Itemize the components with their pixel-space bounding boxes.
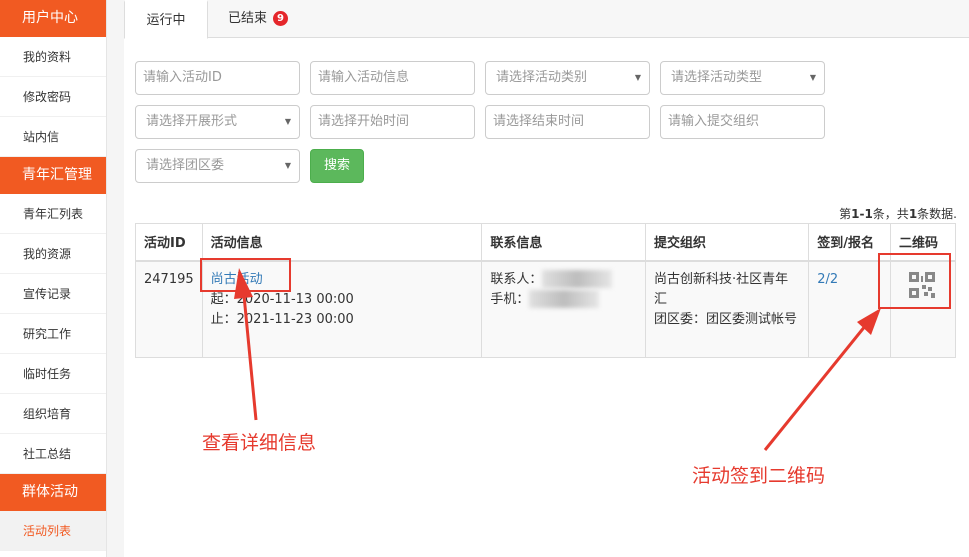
cell-contact: 联系人： 手机： <box>481 260 646 358</box>
phone-redacted <box>529 290 600 308</box>
cell-activity-id: 247195 <box>135 260 203 358</box>
activity-info-input[interactable]: 请输入活动信息 <box>310 61 475 95</box>
sidebar-item-social-summary[interactable]: 社工总结 <box>0 434 106 474</box>
summary-prefix: 第 <box>839 207 852 221</box>
contact-redacted <box>542 270 613 288</box>
annotation-box-activity-name <box>200 258 291 292</box>
sidebar-item-my-profile[interactable]: 我的资料 <box>0 37 106 77</box>
form-select[interactable]: 请选择开展形式 <box>135 105 300 139</box>
annotation-detail-text: 查看详细信息 <box>202 432 317 454</box>
activity-end-time: 止：2021-11-23 00:00 <box>210 311 354 327</box>
phone-label: 手机： <box>490 291 530 307</box>
sidebar-item-activity-list[interactable]: 活动列表 <box>0 511 106 551</box>
contact-label: 联系人： <box>490 271 543 287</box>
submit-org-input[interactable]: 请输入提交组织 <box>660 105 825 139</box>
result-summary: 第1-1条，共1条数据. <box>839 205 957 222</box>
sidebar-item-promotion[interactable]: 宣传记录 <box>0 274 106 314</box>
sidebar-item-org-cultivation[interactable]: 组织培育 <box>0 394 106 434</box>
org-name: 尚古创新科技·社区青年汇 <box>653 271 789 307</box>
annotation-qrcode-text: 活动签到二维码 <box>692 465 826 487</box>
activity-start-time: 起：2020-11-13 00:00 <box>210 291 354 307</box>
end-time-input[interactable]: 请选择结束时间 <box>485 105 650 139</box>
sidebar-section-youth-club: 青年汇管理 <box>0 157 106 194</box>
tab-running[interactable]: 运行中 <box>124 0 208 39</box>
sidebar-section-group-activity: 群体活动 <box>0 474 106 511</box>
ended-count-badge: 9 <box>273 11 289 26</box>
sidebar-item-club-list[interactable]: 青年汇列表 <box>0 194 106 234</box>
summary-total: 1 <box>908 207 918 221</box>
sidebar-item-research[interactable]: 研究工作 <box>0 314 106 354</box>
sidebar-item-change-password[interactable]: 修改密码 <box>0 77 106 117</box>
column-header-id: 活动ID <box>135 223 203 262</box>
sidebar-item-my-resources[interactable]: 我的资源 <box>0 234 106 274</box>
signin-count-link[interactable]: 2/2 <box>817 272 838 287</box>
sidebar-item-temp-tasks[interactable]: 临时任务 <box>0 354 106 394</box>
start-time-input[interactable]: 请选择开始时间 <box>310 105 475 139</box>
activity-category-select[interactable]: 请选择活动类别 <box>485 61 650 95</box>
tab-bar: 运行中 已结束 9 <box>124 0 969 39</box>
search-button[interactable]: 搜索 <box>310 149 364 183</box>
sidebar-section-user-center: 用户中心 <box>0 0 106 37</box>
activity-id-input[interactable]: 请输入活动ID <box>135 61 300 95</box>
tab-ended-label: 已结束 <box>228 11 268 26</box>
annotation-box-qrcode <box>878 253 951 309</box>
summary-middle: 条，共 <box>872 207 909 221</box>
org-district: 团区委：团区委测试帐号 <box>653 311 797 327</box>
summary-suffix: 条数据. <box>917 207 957 221</box>
table-header-row: 活动ID 活动信息 联系信息 提交组织 签到/报名 二维码 <box>135 223 956 262</box>
activity-type-select[interactable]: 请选择活动类型 <box>660 61 825 95</box>
sidebar-item-inbox[interactable]: 站内信 <box>0 117 106 157</box>
column-header-contact: 联系信息 <box>481 223 646 262</box>
cell-submit-org: 尚古创新科技·社区青年汇 团区委：团区委测试帐号 <box>644 260 810 358</box>
district-select[interactable]: 请选择团区委 <box>135 149 300 183</box>
summary-range: 1-1 <box>851 207 873 221</box>
column-header-info: 活动信息 <box>201 223 483 262</box>
column-header-org: 提交组织 <box>644 223 810 262</box>
tab-ended[interactable]: 已结束 9 <box>228 0 289 39</box>
sidebar: 用户中心 我的资料 修改密码 站内信 青年汇管理 青年汇列表 我的资源 宣传记录… <box>0 0 107 557</box>
